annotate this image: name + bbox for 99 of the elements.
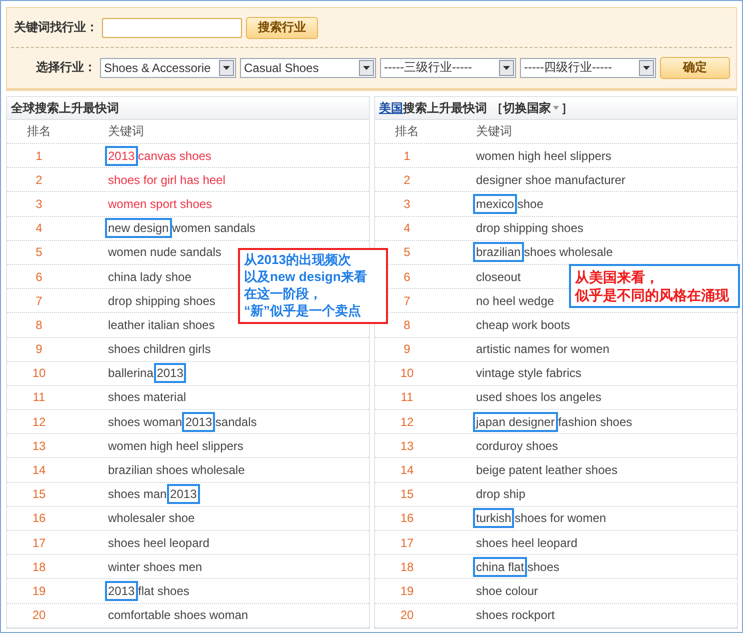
- rank-number: 3: [402, 196, 412, 211]
- keyword-link[interactable]: 2013 canvas shoes: [108, 148, 212, 163]
- rank-number: 10: [31, 366, 47, 380]
- keyword-link[interactable]: vintage style fabrics: [476, 366, 582, 380]
- keyword-link[interactable]: artistic names for women: [476, 342, 610, 356]
- rank-number: 5: [402, 245, 412, 260]
- keyword-link[interactable]: shoes rockport: [476, 608, 555, 622]
- panel-title: 搜索上升最快词: [403, 100, 487, 116]
- rank-number: 2: [402, 172, 412, 187]
- keyword-link[interactable]: shoes material: [108, 390, 186, 404]
- annotation-note: 从2013的出现频次 以及new design来看 在这一阶段， “新”似乎是一个卖点: [238, 248, 388, 324]
- keyword-column-header: 关键词: [476, 123, 512, 140]
- keyword-link[interactable]: shoes man 2013: [108, 487, 197, 502]
- rank-number: 14: [399, 463, 415, 478]
- keyword-link[interactable]: comfortable shoes woman: [108, 608, 248, 622]
- keyword-input-field[interactable]: [102, 18, 242, 38]
- rank-number: 18: [31, 560, 47, 574]
- rank-number: 4: [402, 221, 412, 236]
- keyword-link[interactable]: japan designer fashion shoes: [476, 414, 632, 429]
- rank-number: 20: [399, 608, 415, 622]
- rank-number: 10: [399, 366, 415, 380]
- keyword-link[interactable]: shoes heel leopard: [108, 536, 210, 550]
- country-link[interactable]: 美国: [379, 100, 403, 116]
- rank-number: 16: [31, 511, 47, 526]
- keyword-link[interactable]: corduroy shoes: [476, 438, 558, 453]
- keyword-link[interactable]: closeout: [476, 270, 521, 284]
- rank-number: 8: [402, 318, 412, 332]
- annotation-note: 从美国来看， 似乎是不同的风格在涌现: [569, 264, 740, 308]
- keyword-link[interactable]: winter shoes men: [108, 560, 202, 574]
- keyword-link[interactable]: leather italian shoes: [108, 318, 215, 332]
- rank-number: 9: [34, 342, 44, 356]
- keyword-column-header: 关键词: [108, 123, 144, 140]
- industry-dropdown[interactable]: -----三级行业-----: [380, 58, 516, 78]
- search-industry-button[interactable]: 搜索行业: [246, 16, 318, 38]
- rank-number: 19: [31, 584, 47, 598]
- keyword-link[interactable]: shoe colour: [476, 584, 538, 598]
- keyword-link[interactable]: china lady shoe: [108, 270, 192, 284]
- keyword-link[interactable]: china flat shoes: [476, 560, 560, 574]
- rank-number: 6: [34, 270, 44, 284]
- keyword-link[interactable]: ballerina 2013: [108, 366, 184, 380]
- rank-number: 7: [34, 294, 44, 308]
- keyword-link[interactable]: drop shipping shoes: [476, 221, 584, 236]
- rank-number: 1: [402, 148, 412, 163]
- rank-number: 6: [402, 270, 412, 284]
- industry-label: 选择行业：: [36, 59, 96, 76]
- industry-dropdown[interactable]: -----四级行业-----: [520, 58, 656, 78]
- rank-number: 13: [31, 438, 47, 453]
- keyword-link[interactable]: mexico shoe: [476, 196, 544, 211]
- rank-number: 17: [31, 536, 47, 550]
- keyword-link[interactable]: women high heel slippers: [476, 148, 612, 163]
- keyword-link[interactable]: shoes for girl has heel: [108, 172, 226, 187]
- rank-column-header: 排名: [394, 123, 420, 140]
- rank-number: 11: [400, 390, 414, 404]
- rank-number: 8: [34, 318, 44, 332]
- keyword-link[interactable]: women sport shoes: [108, 196, 212, 211]
- rank-number: 2: [34, 172, 44, 187]
- rank-number: 14: [31, 463, 47, 478]
- rank-number: 12: [399, 414, 415, 429]
- keyword-link[interactable]: shoes children girls: [108, 342, 211, 356]
- rank-number: 15: [399, 487, 415, 502]
- keyword-link[interactable]: drop ship: [476, 487, 526, 502]
- rank-number: 19: [399, 584, 415, 598]
- confirm-button[interactable]: 确定: [660, 56, 730, 78]
- rank-number: 7: [402, 294, 412, 308]
- keyword-link[interactable]: new design women sandals: [108, 221, 256, 236]
- industry-dropdown[interactable]: Casual Shoes: [240, 58, 376, 78]
- rank-number: 13: [399, 438, 415, 453]
- caret-icon: [551, 104, 561, 112]
- rank-column-header: 排名: [26, 123, 52, 140]
- keyword-link[interactable]: used shoes los angeles: [476, 390, 602, 404]
- keyword-link[interactable]: designer shoe manufacturer: [476, 172, 626, 187]
- rank-number: 3: [34, 196, 44, 211]
- rank-number: 4: [34, 221, 44, 236]
- rank-number: 18: [399, 560, 415, 574]
- keyword-link[interactable]: beige patent leather shoes: [476, 463, 618, 478]
- country-switch[interactable]: ［切换国家 ］: [487, 100, 573, 116]
- keyword-link[interactable]: women high heel slippers: [108, 438, 244, 453]
- keyword-link[interactable]: no heel wedge: [476, 294, 554, 308]
- keyword-link[interactable]: brazilian shoes wholesale: [108, 463, 245, 478]
- keyword-link[interactable]: 2013 flat shoes: [108, 584, 190, 598]
- keyword-link[interactable]: drop shipping shoes: [108, 294, 216, 308]
- rank-number: 11: [32, 390, 46, 404]
- rank-number: 5: [34, 245, 44, 260]
- rank-number: 20: [31, 608, 47, 622]
- rank-number: 15: [31, 487, 47, 502]
- rank-number: 12: [31, 414, 47, 429]
- keyword-link[interactable]: shoes heel leopard: [476, 536, 578, 550]
- keyword-link[interactable]: cheap work boots: [476, 318, 570, 332]
- keyword-link[interactable]: shoes woman 2013 sandals: [108, 414, 257, 429]
- rank-number: 9: [402, 342, 412, 356]
- rank-number: 16: [399, 511, 415, 526]
- industry-dropdown[interactable]: Shoes & Accessorie: [100, 58, 236, 78]
- keyword-link[interactable]: turkish shoes for women: [476, 511, 606, 526]
- keyword-label: 关键词找行业：: [14, 19, 98, 36]
- rank-number: 1: [34, 148, 44, 163]
- keyword-link[interactable]: brazilian shoes wholesale: [476, 245, 613, 260]
- rank-number: 17: [399, 536, 415, 550]
- keyword-link[interactable]: wholesaler shoe: [108, 511, 195, 526]
- keyword-link[interactable]: women nude sandals: [108, 245, 222, 260]
